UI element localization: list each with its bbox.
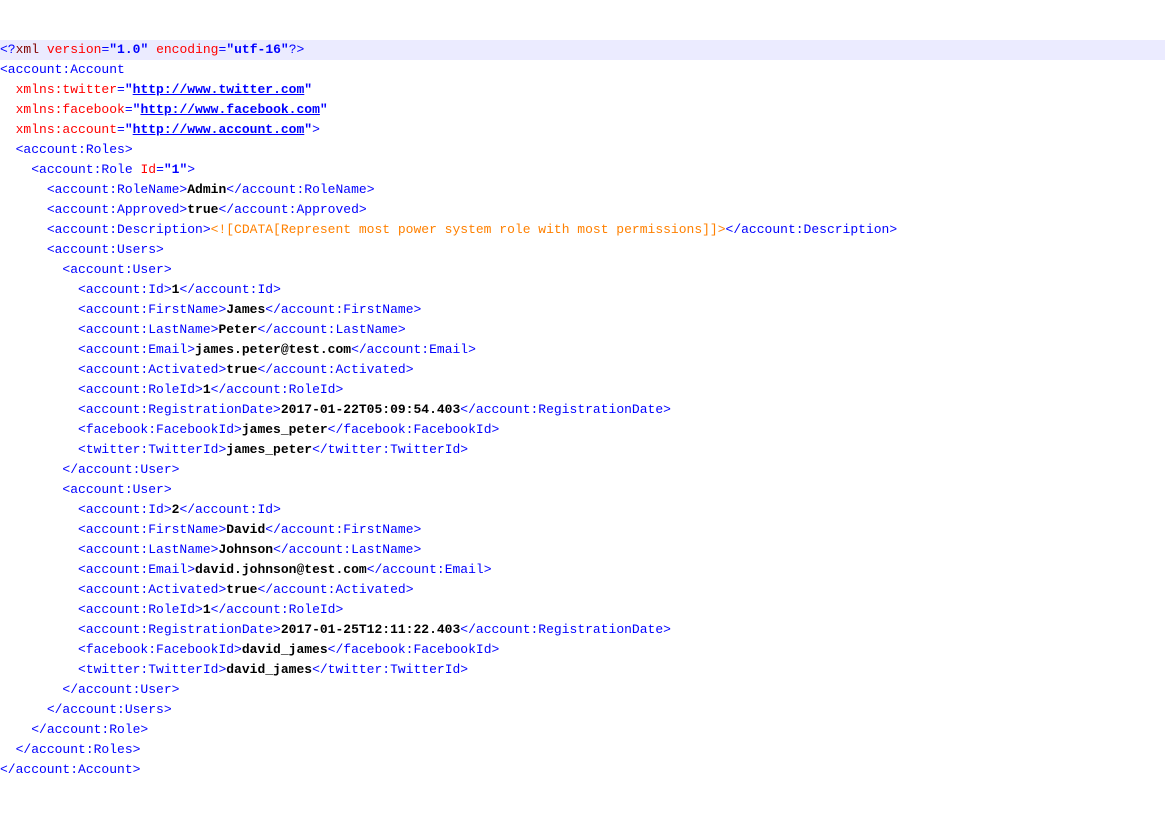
user-lastname: <account:LastName>Johnson</account:LastN…: [0, 540, 1165, 560]
user-lastname: <account:LastName>Peter</account:LastNam…: [0, 320, 1165, 340]
user-open: <account:User>: [0, 480, 1165, 500]
user-registrationdate: <account:RegistrationDate>2017-01-25T12:…: [0, 620, 1165, 640]
namespace-decl: xmlns:facebook="http://www.facebook.com": [0, 100, 1165, 120]
user-facebookid: <facebook:FacebookId>david_james</facebo…: [0, 640, 1165, 660]
namespace-url[interactable]: http://www.facebook.com: [140, 102, 319, 117]
xml-document: <?xml version="1.0" encoding="utf-16"?><…: [0, 40, 1165, 780]
user-firstname: <account:FirstName>James</account:FirstN…: [0, 300, 1165, 320]
user-close: </account:User>: [0, 460, 1165, 480]
user-id: <account:Id>1</account:Id>: [0, 280, 1165, 300]
user-twitterid: <twitter:TwitterId>david_james</twitter:…: [0, 660, 1165, 680]
namespace-url[interactable]: http://www.account.com: [133, 122, 305, 137]
user-roleid: <account:RoleId>1</account:RoleId>: [0, 380, 1165, 400]
user-id: <account:Id>2</account:Id>: [0, 500, 1165, 520]
user-email: <account:Email>david.johnson@test.com</a…: [0, 560, 1165, 580]
root-open: <account:Account: [0, 60, 1165, 80]
role-open: <account:Role Id="1">: [0, 160, 1165, 180]
users-open: <account:Users>: [0, 240, 1165, 260]
role-close: </account:Role>: [0, 720, 1165, 740]
namespace-decl: xmlns:twitter="http://www.twitter.com": [0, 80, 1165, 100]
roles-open: <account:Roles>: [0, 140, 1165, 160]
user-firstname: <account:FirstName>David</account:FirstN…: [0, 520, 1165, 540]
roles-close: </account:Roles>: [0, 740, 1165, 760]
namespace-url[interactable]: http://www.twitter.com: [133, 82, 305, 97]
user-open: <account:User>: [0, 260, 1165, 280]
xml-declaration: <?xml version="1.0" encoding="utf-16"?>: [0, 40, 1165, 60]
user-facebookid: <facebook:FacebookId>james_peter</facebo…: [0, 420, 1165, 440]
user-activated: <account:Activated>true</account:Activat…: [0, 360, 1165, 380]
root-close: </account:Account>: [0, 760, 1165, 780]
user-email: <account:Email>james.peter@test.com</acc…: [0, 340, 1165, 360]
user-roleid: <account:RoleId>1</account:RoleId>: [0, 600, 1165, 620]
users-close: </account:Users>: [0, 700, 1165, 720]
user-twitterid: <twitter:TwitterId>james_peter</twitter:…: [0, 440, 1165, 460]
role-description: <account:Description><![CDATA[Represent …: [0, 220, 1165, 240]
user-activated: <account:Activated>true</account:Activat…: [0, 580, 1165, 600]
role-name: <account:RoleName>Admin</account:RoleNam…: [0, 180, 1165, 200]
role-approved: <account:Approved>true</account:Approved…: [0, 200, 1165, 220]
user-close: </account:User>: [0, 680, 1165, 700]
user-registrationdate: <account:RegistrationDate>2017-01-22T05:…: [0, 400, 1165, 420]
namespace-decl: xmlns:account="http://www.account.com">: [0, 120, 1165, 140]
